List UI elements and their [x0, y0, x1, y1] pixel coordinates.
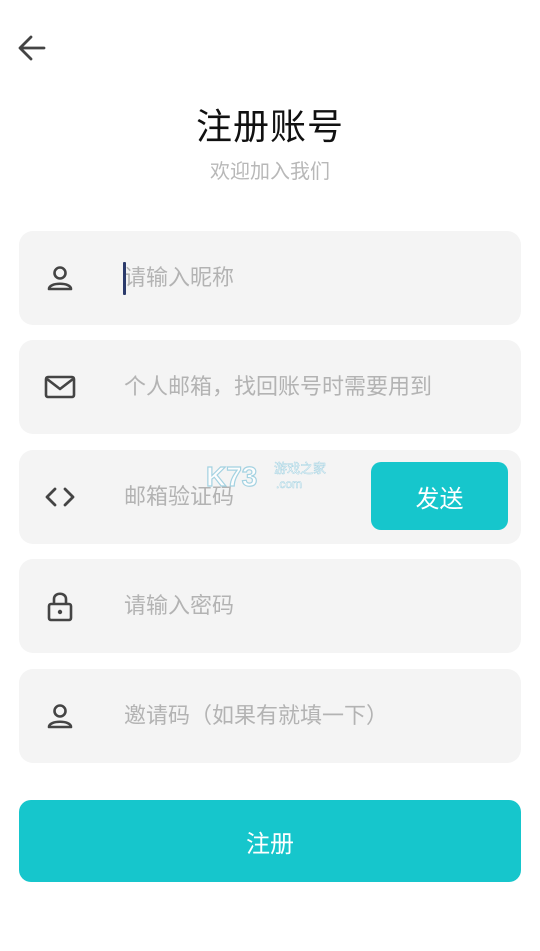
watermark-brand: K73	[206, 461, 257, 492]
page-subtitle: 欢迎加入我们	[210, 159, 330, 183]
arrow-left-icon	[18, 35, 46, 61]
nickname-input[interactable]	[124, 231, 504, 325]
person-icon	[43, 699, 77, 733]
text-caret	[123, 262, 126, 295]
nickname-field	[19, 231, 521, 325]
invite-code-field	[19, 669, 521, 763]
password-field	[19, 559, 521, 653]
password-input[interactable]	[124, 559, 504, 653]
person-icon	[43, 261, 77, 295]
page-title: 注册账号	[195, 107, 344, 148]
send-code-button[interactable]: 发送	[371, 462, 508, 530]
code-icon	[43, 480, 77, 514]
invite-code-input[interactable]	[124, 669, 504, 763]
email-field	[19, 340, 521, 434]
watermark-domain: .com	[276, 477, 302, 491]
back-button[interactable]	[14, 30, 50, 66]
k73-watermark-logo: K73 游戏之家 .com	[206, 460, 326, 492]
email-input[interactable]	[124, 340, 504, 434]
register-button[interactable]: 注册	[19, 800, 521, 882]
watermark-tagline: 游戏之家	[274, 461, 326, 477]
mail-icon	[43, 370, 77, 404]
lock-icon	[43, 589, 77, 623]
